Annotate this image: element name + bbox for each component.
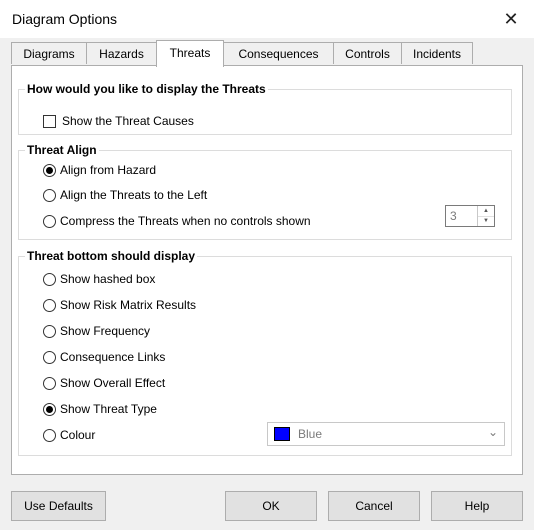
radio-label: Show Threat Type bbox=[60, 402, 157, 416]
radio-show-frequency[interactable]: Show Frequency bbox=[43, 322, 150, 340]
ok-button[interactable]: OK bbox=[225, 491, 317, 521]
cancel-button[interactable]: Cancel bbox=[328, 491, 420, 521]
threats-panel: How would you like to display the Threat… bbox=[11, 65, 523, 475]
tab-consequences[interactable]: Consequences bbox=[223, 42, 334, 64]
compress-spinner[interactable]: 3 ▲ ▼ bbox=[445, 205, 495, 227]
radio-circle[interactable] bbox=[43, 163, 56, 177]
radio-consequence-links[interactable]: Consequence Links bbox=[43, 348, 165, 366]
radio-show-hashed-box[interactable]: Show hashed box bbox=[43, 270, 155, 288]
radio-align-left[interactable]: Align the Threats to the Left bbox=[43, 186, 207, 204]
radio-show-risk-matrix[interactable]: Show Risk Matrix Results bbox=[43, 296, 196, 314]
tab-hazards[interactable]: Hazards bbox=[86, 42, 157, 64]
colour-swatch bbox=[274, 427, 290, 441]
radio-circle[interactable] bbox=[43, 188, 56, 202]
show-threat-causes-checkbox[interactable]: Show the Threat Causes bbox=[43, 112, 194, 130]
chevron-down-icon[interactable]: ⌄ bbox=[488, 425, 498, 439]
spinner-value: 3 bbox=[450, 209, 457, 223]
title-bar: Diagram Options ✕ bbox=[0, 0, 534, 38]
threat-bottom-group: Threat bottom should display Show hashed… bbox=[18, 249, 512, 456]
radio-label: Align from Hazard bbox=[60, 163, 157, 177]
radio-label: Compress the Threats when no controls sh… bbox=[60, 214, 311, 228]
checkbox-box[interactable] bbox=[43, 114, 56, 128]
radio-align-from-hazard[interactable]: Align from Hazard bbox=[43, 161, 156, 179]
use-defaults-button[interactable]: Use Defaults bbox=[11, 491, 106, 521]
close-icon[interactable]: ✕ bbox=[488, 0, 534, 38]
radio-circle[interactable] bbox=[43, 272, 56, 286]
threat-align-group: Threat Align Align from Hazard Align the… bbox=[18, 143, 512, 240]
spinner-buttons: ▲ ▼ bbox=[477, 206, 494, 226]
radio-label: Show Overall Effect bbox=[60, 376, 166, 390]
tab-incidents[interactable]: Incidents bbox=[401, 42, 473, 64]
radio-label: Show hashed box bbox=[60, 272, 156, 286]
display-threats-group-title: How would you like to display the Threat… bbox=[25, 82, 268, 96]
radio-colour[interactable]: Colour bbox=[43, 426, 95, 444]
radio-label: Align the Threats to the Left bbox=[60, 188, 208, 202]
tab-controls[interactable]: Controls bbox=[333, 42, 402, 64]
radio-label: Consequence Links bbox=[60, 350, 166, 364]
diagram-options-dialog: Diagram Options ✕ Diagrams Hazards Threa… bbox=[0, 0, 534, 530]
radio-circle[interactable] bbox=[43, 350, 56, 364]
radio-label: Show Frequency bbox=[60, 324, 151, 338]
radio-show-threat-type[interactable]: Show Threat Type bbox=[43, 400, 157, 418]
radio-compress-threats[interactable]: Compress the Threats when no controls sh… bbox=[43, 212, 311, 230]
radio-circle[interactable] bbox=[43, 214, 56, 228]
radio-label: Colour bbox=[60, 428, 96, 442]
tab-diagrams[interactable]: Diagrams bbox=[11, 42, 87, 64]
threat-bottom-group-title: Threat bottom should display bbox=[25, 249, 198, 263]
tab-strip: Diagrams Hazards Threats Consequences Co… bbox=[11, 40, 523, 67]
help-button[interactable]: Help bbox=[431, 491, 523, 521]
spinner-down-icon[interactable]: ▼ bbox=[478, 216, 494, 226]
tab-threats[interactable]: Threats bbox=[156, 40, 224, 67]
radio-label: Show Risk Matrix Results bbox=[60, 298, 197, 312]
radio-circle[interactable] bbox=[43, 402, 56, 416]
window-title: Diagram Options bbox=[12, 11, 118, 27]
display-threats-group: How would you like to display the Threat… bbox=[18, 82, 512, 135]
colour-dropdown-value: Blue bbox=[298, 427, 323, 441]
radio-circle[interactable] bbox=[43, 324, 56, 338]
radio-circle[interactable] bbox=[43, 298, 56, 312]
colour-dropdown[interactable]: Blue ⌄ bbox=[267, 422, 505, 446]
show-threat-causes-label: Show the Threat Causes bbox=[62, 114, 194, 128]
radio-circle[interactable] bbox=[43, 428, 56, 442]
threat-align-group-title: Threat Align bbox=[25, 143, 99, 157]
radio-circle[interactable] bbox=[43, 376, 56, 390]
radio-show-overall-effect[interactable]: Show Overall Effect bbox=[43, 374, 165, 392]
